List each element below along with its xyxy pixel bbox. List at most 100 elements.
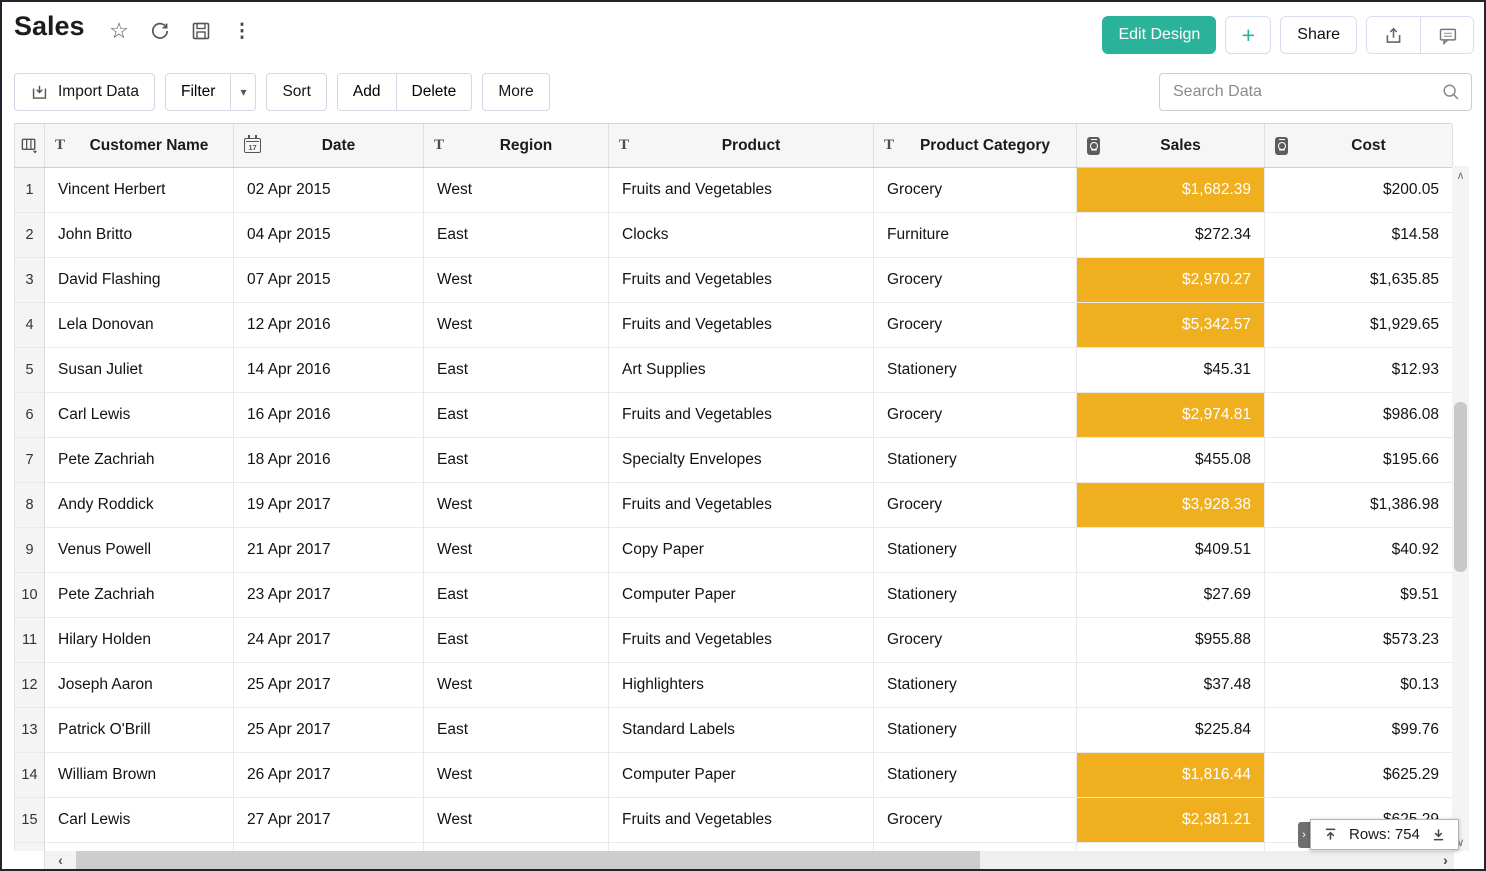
cell-product-category[interactable]: Grocery <box>874 393 1077 438</box>
cell-cost[interactable]: $9.51 <box>1265 573 1453 618</box>
cell-cost[interactable]: $1,929.65 <box>1265 303 1453 348</box>
cell-date[interactable]: 18 Apr 2016 <box>234 438 424 483</box>
cell-region[interactable]: East <box>424 393 609 438</box>
horizontal-scrollbar[interactable]: ‹ › <box>14 851 1454 869</box>
filter-dropdown-button[interactable]: ▾ <box>230 74 255 110</box>
cell-customer-name[interactable]: Patrick O'Brill <box>45 708 234 753</box>
cell-product-category[interactable]: Stationery <box>874 663 1077 708</box>
kebab-menu-icon[interactable]: ⋮ <box>231 20 253 42</box>
cell-product[interactable]: Clocks <box>609 213 874 258</box>
cell-customer-name[interactable]: John Britto <box>45 213 234 258</box>
cell-region[interactable]: West <box>424 663 609 708</box>
row-number-cell[interactable]: 10 <box>15 573 45 618</box>
cell-product[interactable]: Copy Paper <box>609 528 874 573</box>
refresh-icon[interactable] <box>149 20 171 42</box>
cell-sales[interactable]: $455.08 <box>1077 438 1265 483</box>
cell-sales[interactable]: $1,816.44 <box>1077 753 1265 798</box>
cell-product-category[interactable]: Stationery <box>874 528 1077 573</box>
cell-region[interactable]: West <box>424 528 609 573</box>
cell-product[interactable]: Fruits and Vegetables <box>609 258 874 303</box>
cell-customer-name[interactable]: Carl Lewis <box>45 798 234 843</box>
cell-product[interactable]: Fruits and Vegetables <box>609 618 874 663</box>
cell-cost[interactable]: $1,635.85 <box>1265 258 1453 303</box>
scroll-right-button[interactable]: › <box>1437 851 1454 869</box>
row-number-cell[interactable]: 1 <box>15 168 45 213</box>
cell-region[interactable]: East <box>424 573 609 618</box>
vertical-scroll-thumb[interactable] <box>1454 402 1467 572</box>
cell-product-category[interactable]: Grocery <box>874 618 1077 663</box>
column-header-customer-name[interactable]: T Customer Name <box>45 124 234 167</box>
column-header-product-category[interactable]: T Product Category <box>874 124 1077 167</box>
cell-date[interactable]: 26 Apr 2017 <box>234 753 424 798</box>
cell-product[interactable]: Fruits and Vegetables <box>609 303 874 348</box>
cell-date[interactable]: 07 Apr 2015 <box>234 258 424 303</box>
cell-region[interactable]: West <box>424 303 609 348</box>
go-to-last-row-button[interactable] <box>1431 827 1447 843</box>
cell-customer-name[interactable]: Andy Roddick <box>45 483 234 528</box>
cell-region[interactable]: East <box>424 618 609 663</box>
cell-date[interactable]: 23 Apr 2017 <box>234 573 424 618</box>
cell-region[interactable]: West <box>424 753 609 798</box>
cell-customer-name[interactable]: William Brown <box>45 753 234 798</box>
more-button[interactable]: More <box>482 73 549 111</box>
cell-date[interactable]: 02 Apr 2015 <box>234 168 424 213</box>
search-input[interactable] <box>1173 83 1441 101</box>
horizontal-scroll-thumb[interactable] <box>76 851 980 869</box>
cell-region[interactable]: East <box>424 213 609 258</box>
cell-customer-name[interactable]: Pete Zachriah <box>45 573 234 618</box>
cell-sales[interactable]: $225.84 <box>1077 708 1265 753</box>
cell-cost[interactable]: $986.08 <box>1265 393 1453 438</box>
cell-product-category[interactable]: Stationery <box>874 708 1077 753</box>
cell-cost[interactable]: $40.92 <box>1265 528 1453 573</box>
filter-button[interactable]: Filter <box>166 74 230 110</box>
cell-customer-name[interactable]: David Flashing <box>45 258 234 303</box>
cell-sales[interactable]: $37.48 <box>1077 663 1265 708</box>
cell-product[interactable]: Art Supplies <box>609 348 874 393</box>
row-number-cell[interactable]: 6 <box>15 393 45 438</box>
cell-date[interactable]: 12 Apr 2016 <box>234 303 424 348</box>
cell-cost[interactable]: $99.76 <box>1265 708 1453 753</box>
cell-sales[interactable]: $5,342.57 <box>1077 303 1265 348</box>
cell-sales[interactable]: $1,682.39 <box>1077 168 1265 213</box>
cell-region[interactable]: West <box>424 258 609 303</box>
cell-product[interactable]: Specialty Envelopes <box>609 438 874 483</box>
add-button[interactable]: Add <box>338 74 396 110</box>
cell-date[interactable]: 04 Apr 2015 <box>234 213 424 258</box>
collapse-widget-tab[interactable]: › <box>1298 822 1310 848</box>
cell-cost[interactable]: $14.58 <box>1265 213 1453 258</box>
cell-sales[interactable]: $2,381.21 <box>1077 798 1265 843</box>
cell-customer-name[interactable]: Vincent Herbert <box>45 168 234 213</box>
row-number-cell[interactable]: 13 <box>15 708 45 753</box>
cell-product[interactable]: Fruits and Vegetables <box>609 483 874 528</box>
cell-product-category[interactable]: Stationery <box>874 348 1077 393</box>
cell-product-category[interactable]: Grocery <box>874 483 1077 528</box>
cell-date[interactable]: 25 Apr 2017 <box>234 663 424 708</box>
delete-button[interactable]: Delete <box>396 74 472 110</box>
cell-product-category[interactable]: Grocery <box>874 258 1077 303</box>
cell-region[interactable]: East <box>424 438 609 483</box>
cell-product[interactable]: Standard Labels <box>609 708 874 753</box>
cell-date[interactable]: 27 Apr 2017 <box>234 798 424 843</box>
import-data-button[interactable]: Import Data <box>14 73 155 111</box>
cell-product[interactable]: Fruits and Vegetables <box>609 393 874 438</box>
cell-product[interactable]: Fruits and Vegetables <box>609 168 874 213</box>
cell-product[interactable]: Fruits and Vegetables <box>609 798 874 843</box>
cell-sales[interactable]: $272.34 <box>1077 213 1265 258</box>
cell-product-category[interactable]: Stationery <box>874 573 1077 618</box>
row-number-cell[interactable]: 12 <box>15 663 45 708</box>
cell-cost[interactable]: $200.05 <box>1265 168 1453 213</box>
row-number-cell[interactable]: 2 <box>15 213 45 258</box>
sort-button[interactable]: Sort <box>266 73 326 111</box>
favorite-star-icon[interactable]: ☆ <box>108 20 130 42</box>
column-header-sales[interactable]: Sales <box>1077 124 1265 167</box>
cell-sales[interactable]: $2,970.27 <box>1077 258 1265 303</box>
cell-customer-name[interactable]: Susan Juliet <box>45 348 234 393</box>
share-button[interactable]: Share <box>1280 16 1357 54</box>
save-icon[interactable] <box>190 20 212 42</box>
cell-cost[interactable]: $195.66 <box>1265 438 1453 483</box>
cell-product-category[interactable]: Grocery <box>874 798 1077 843</box>
cell-cost[interactable]: $1,386.98 <box>1265 483 1453 528</box>
cell-product[interactable]: Highlighters <box>609 663 874 708</box>
cell-region[interactable]: West <box>424 798 609 843</box>
row-number-cell[interactable]: 3 <box>15 258 45 303</box>
